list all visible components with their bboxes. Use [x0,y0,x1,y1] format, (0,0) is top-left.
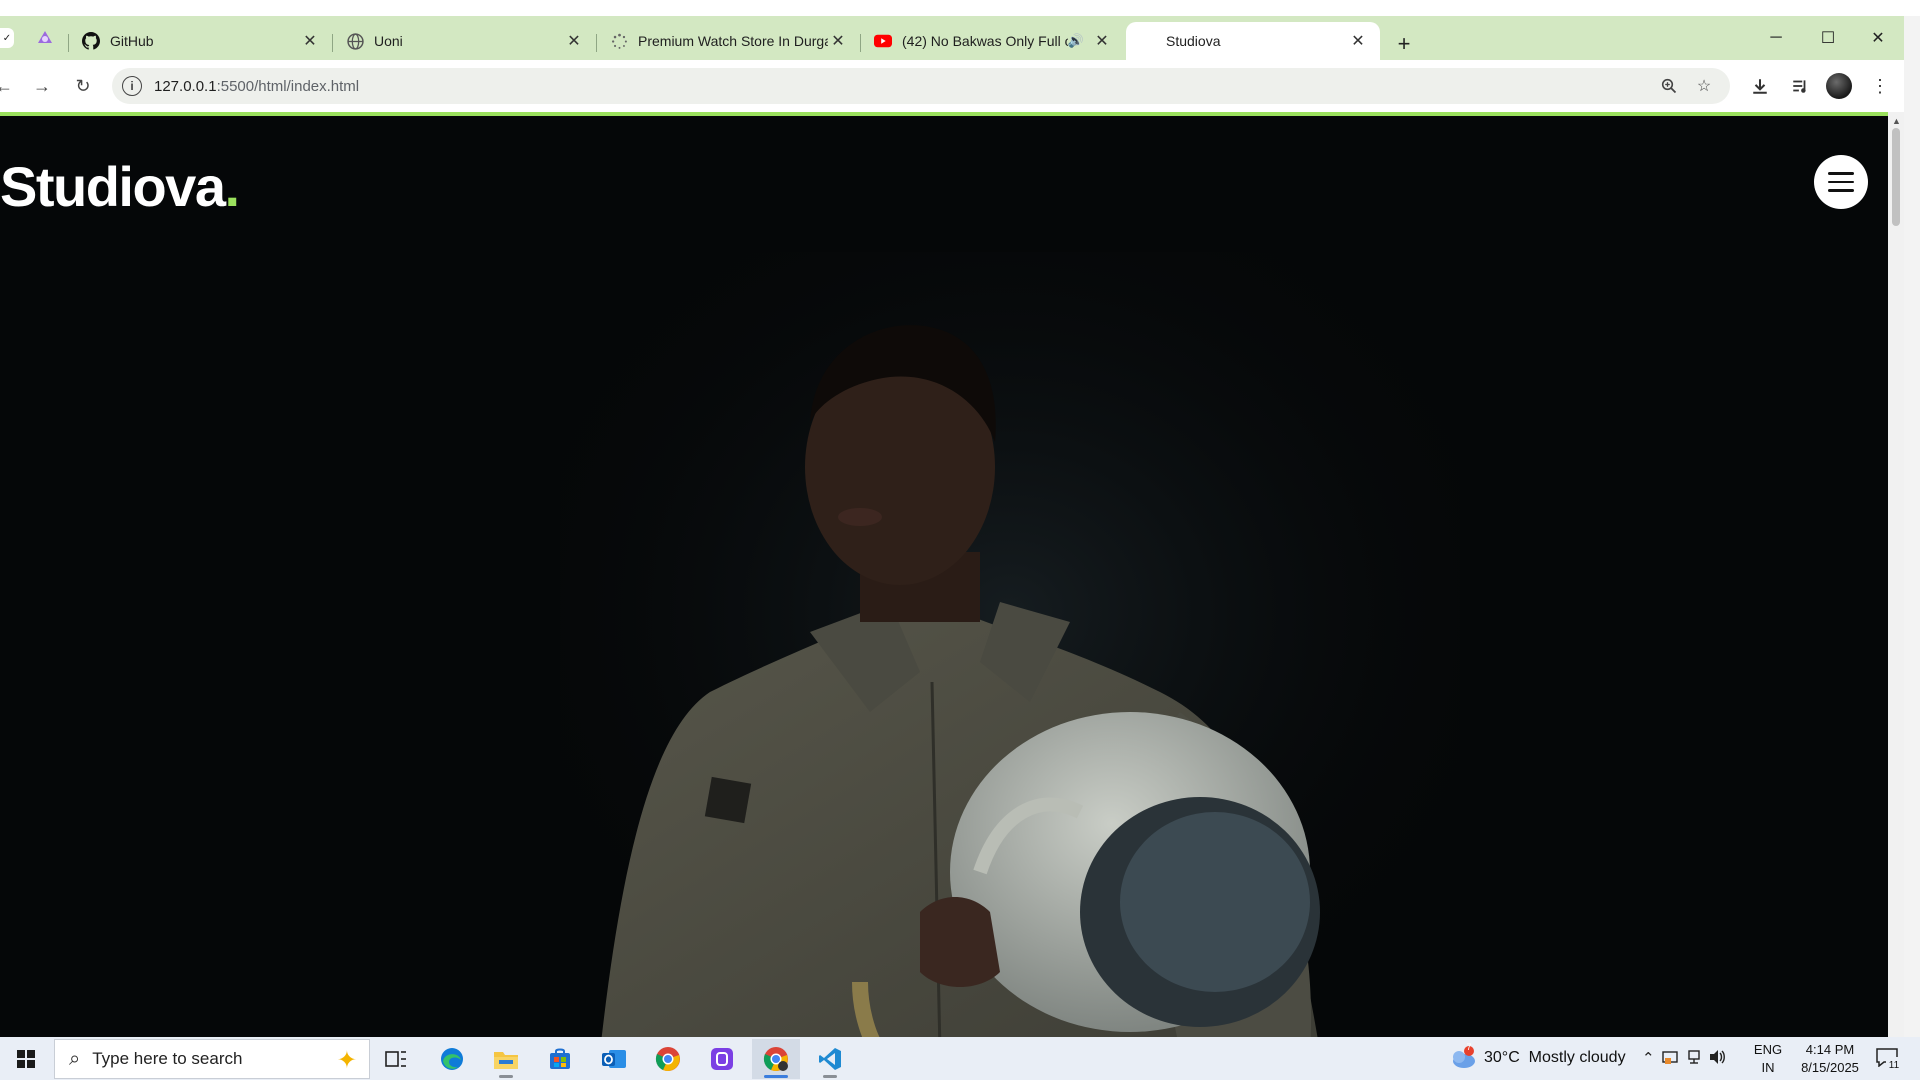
site-info-icon[interactable]: i [122,76,142,96]
purple-app-icon[interactable] [698,1039,746,1079]
page-scrollbar[interactable]: ▲ [1888,112,1904,1037]
web-page: Studiova. [0,112,1888,1037]
screen: ✓ GitHub ✕ Uoni ✕ Premium Watch Store In [0,0,1920,1080]
taskbar-search-input[interactable]: ⌕ Type here to search ✦ [54,1039,370,1079]
outlook-icon[interactable] [590,1039,638,1079]
bookmark-star-icon[interactable]: ☆ [1694,76,1714,96]
tab-separator [860,34,861,52]
sparkle-icon: ✦ [336,1047,357,1074]
hamburger-menu-button[interactable] [1814,155,1868,209]
forward-button[interactable]: → [26,70,58,102]
tab-bar: ✓ GitHub ✕ Uoni ✕ Premium Watch Store In [0,16,1904,60]
close-icon[interactable]: ✕ [828,31,848,51]
maximize-button[interactable]: ☐ [1802,16,1854,60]
clock[interactable]: 4:14 PM 8/15/2025 [1790,1041,1870,1077]
scroll-thumb[interactable] [1892,128,1900,226]
notification-count: 11 [1886,1057,1902,1075]
clock-time: 4:14 PM [1805,1042,1855,1057]
windows-taskbar: ⌕ Type here to search ✦ 7 30°C Mostly cl… [0,1037,1920,1080]
language-line1: ENG [1753,1042,1783,1057]
browser-toolbar: ← → ↻ i 127.0.0.1:5500/html/index.html ☆… [0,60,1904,112]
language-indicator[interactable]: ENG IN [1752,1041,1784,1077]
brand-logo[interactable]: Studiova. [0,154,240,219]
edge-browser-icon[interactable] [428,1039,476,1079]
media-control-icon[interactable] [1786,72,1814,100]
microsoft-store-icon[interactable] [536,1039,584,1079]
network-icon[interactable] [1686,1049,1702,1069]
close-window-button[interactable]: ✕ [1852,16,1904,60]
astronaut-hero-image [560,252,1460,1037]
windows-logo-icon [17,1049,35,1068]
weather-badge: 7 [1466,1042,1472,1052]
reload-button[interactable]: ↻ [67,70,99,102]
hamburger-line [1828,189,1854,192]
volume-icon[interactable] [1708,1049,1726,1069]
tab-separator [332,34,333,52]
brand-dot: . [224,155,240,218]
scroll-up-arrow-icon[interactable]: ▲ [1892,116,1901,126]
download-icon[interactable] [1746,72,1774,100]
blank-favicon [1138,32,1156,50]
hamburger-line [1828,180,1854,184]
back-button[interactable]: ← [0,70,20,102]
tab-github[interactable]: GitHub ✕ [70,22,332,60]
tab-separator [68,34,69,52]
tab-uoni[interactable]: Uoni ✕ [334,22,596,60]
tab-title: Studiova [1166,33,1221,49]
speaker-icon[interactable]: 🔊 [1068,33,1084,49]
task-view-icon[interactable] [372,1039,420,1079]
tab-watch-store[interactable]: Premium Watch Store In Durgapur ✕ [598,22,860,60]
tab-youtube[interactable]: (42) No Bakwas Only Full on 🔊 ✕ [862,22,1124,60]
zoom-icon[interactable] [1659,76,1679,96]
desktop-edge [1904,16,1920,1037]
tab-search-button[interactable]: ✓ [0,28,14,48]
search-icon: ⌕ [69,1047,81,1070]
accent-top-line [0,112,1888,116]
close-icon[interactable]: ✕ [1348,31,1368,51]
tab-title: (42) No Bakwas Only Full on [902,33,1068,49]
address-bar[interactable]: i 127.0.0.1:5500/html/index.html ☆ [112,68,1730,104]
minimize-button[interactable]: ─ [1750,16,1802,60]
clock-date: 8/15/2025 [1801,1060,1859,1075]
chevron-up-icon[interactable]: ⌃ [1642,1049,1655,1067]
tab-title: Uoni [374,33,403,49]
tab-title: Premium Watch Store In Durgapur [638,33,828,49]
vscode-icon[interactable] [806,1039,854,1079]
language-line2: IN [1761,1060,1775,1075]
brand-name: Studiova [0,155,226,218]
chrome-profile-icon[interactable] [752,1039,800,1079]
pinned-app-icon [38,31,52,43]
globe-icon [346,32,364,50]
profile-avatar[interactable] [1826,73,1852,99]
tab-studiova-active[interactable]: Studiova ✕ [1126,22,1380,60]
windows-start-button[interactable] [0,1037,52,1080]
search-placeholder: Type here to search [92,1049,243,1068]
url-host: 127.0.0.1 [154,77,217,95]
new-tab-button[interactable]: + [1390,30,1418,58]
hamburger-line [1828,172,1854,175]
file-explorer-icon[interactable] [482,1039,530,1079]
chrome-icon[interactable] [644,1039,692,1079]
url-path: :5500/html/index.html [216,77,360,95]
pinned-tab[interactable] [30,24,60,52]
weather-text[interactable]: 30°C Mostly cloudy [1484,1049,1626,1067]
tab-separator [596,34,597,52]
close-icon[interactable]: ✕ [1092,31,1112,51]
tab-title: GitHub [110,33,154,49]
top-strip [0,0,1920,16]
security-icon[interactable] [1662,1049,1678,1069]
loading-spinner-icon [610,32,628,50]
youtube-icon [874,32,892,50]
github-icon [82,32,100,50]
close-icon[interactable]: ✕ [300,31,320,51]
kebab-menu-icon[interactable]: ⋮ [1866,72,1894,100]
close-icon[interactable]: ✕ [564,31,584,51]
